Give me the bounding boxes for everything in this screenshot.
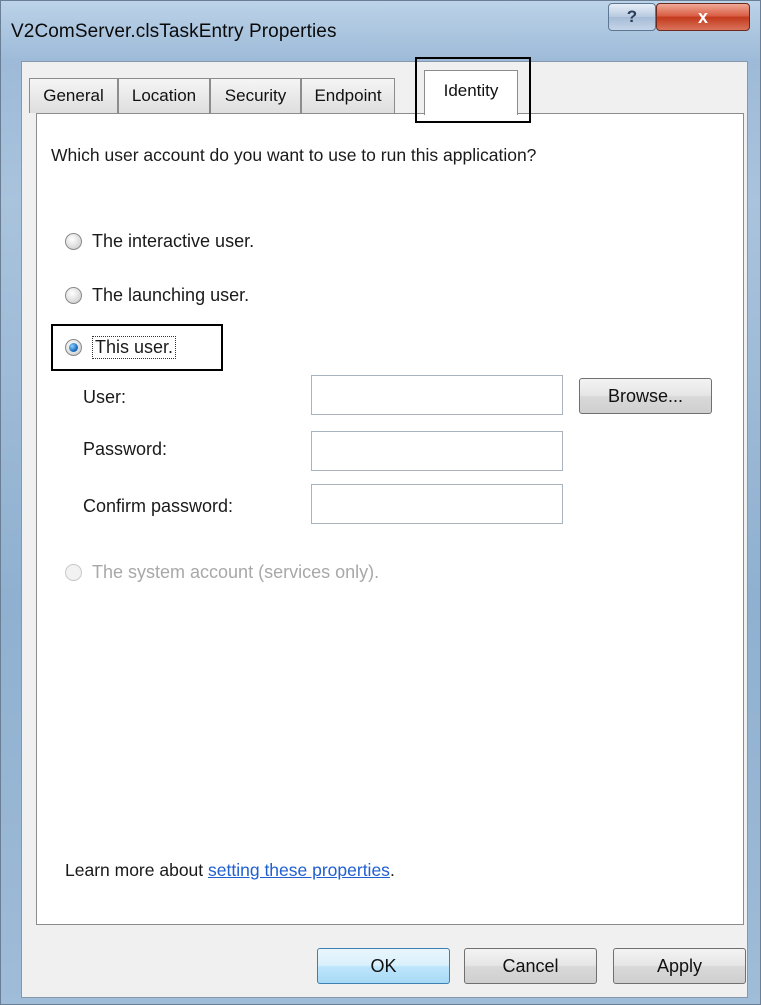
learn-more-prefix: Learn more about: [65, 860, 209, 880]
radio-button[interactable]: [65, 233, 82, 250]
browse-label: Browse...: [607, 386, 684, 406]
radio-system-account: The system account (services only).: [65, 562, 379, 583]
tab-identity[interactable]: Identity: [424, 70, 518, 115]
radio-launching-user[interactable]: The launching user.: [65, 285, 249, 306]
browse-button[interactable]: Browse...: [579, 378, 712, 414]
radio-label: The system account (services only).: [92, 562, 380, 582]
tab-label: Endpoint: [314, 86, 382, 105]
ok-label: OK: [370, 956, 397, 976]
radio-button[interactable]: [65, 287, 82, 304]
window-title: V2ComServer.clsTaskEntry Properties: [11, 21, 337, 42]
password-input[interactable]: [311, 431, 563, 471]
user-input[interactable]: [311, 375, 563, 415]
dialog-body: General Location Security Endpoint Ident…: [21, 57, 748, 998]
learn-more-suffix: .: [389, 860, 395, 880]
tab-location[interactable]: Location: [118, 78, 210, 113]
learn-more-text: Learn more about setting these propertie…: [65, 860, 395, 881]
radio-button-selected[interactable]: [65, 339, 82, 356]
radio-this-user[interactable]: This user.: [65, 336, 177, 359]
ok-button[interactable]: OK: [317, 948, 450, 984]
radio-label: The launching user.: [92, 285, 250, 305]
cancel-button[interactable]: Cancel: [464, 948, 597, 984]
tab-label: Security: [224, 86, 287, 105]
tab-security[interactable]: Security: [210, 78, 301, 113]
tab-label: Location: [131, 86, 197, 105]
confirm-password-label: Confirm password:: [83, 496, 234, 516]
close-button[interactable]: x: [656, 3, 750, 31]
user-label: User:: [83, 387, 127, 407]
help-button[interactable]: ?: [608, 3, 656, 31]
apply-button[interactable]: Apply: [613, 948, 746, 984]
properties-dialog: V2ComServer.clsTaskEntry Properties ? x …: [0, 0, 761, 1005]
tab-label: General: [43, 86, 104, 105]
close-icon: x: [697, 7, 708, 27]
radio-button-disabled: [65, 564, 82, 581]
tab-label: Identity: [443, 81, 499, 100]
title-bar[interactable]: V2ComServer.clsTaskEntry Properties ? x: [1, 1, 760, 65]
apply-label: Apply: [656, 956, 703, 976]
cancel-label: Cancel: [502, 956, 559, 976]
password-label: Password:: [83, 439, 168, 459]
help-icon: ?: [626, 7, 638, 26]
radio-label: The interactive user.: [92, 231, 255, 251]
confirm-password-input[interactable]: [311, 484, 563, 524]
radio-interactive-user[interactable]: The interactive user.: [65, 231, 254, 252]
tab-endpoint[interactable]: Endpoint: [301, 78, 395, 113]
setting-properties-link[interactable]: setting these properties: [208, 860, 390, 880]
tab-general[interactable]: General: [29, 78, 118, 113]
account-question: Which user account do you want to use to…: [51, 145, 537, 165]
radio-label: This user.: [92, 336, 177, 359]
